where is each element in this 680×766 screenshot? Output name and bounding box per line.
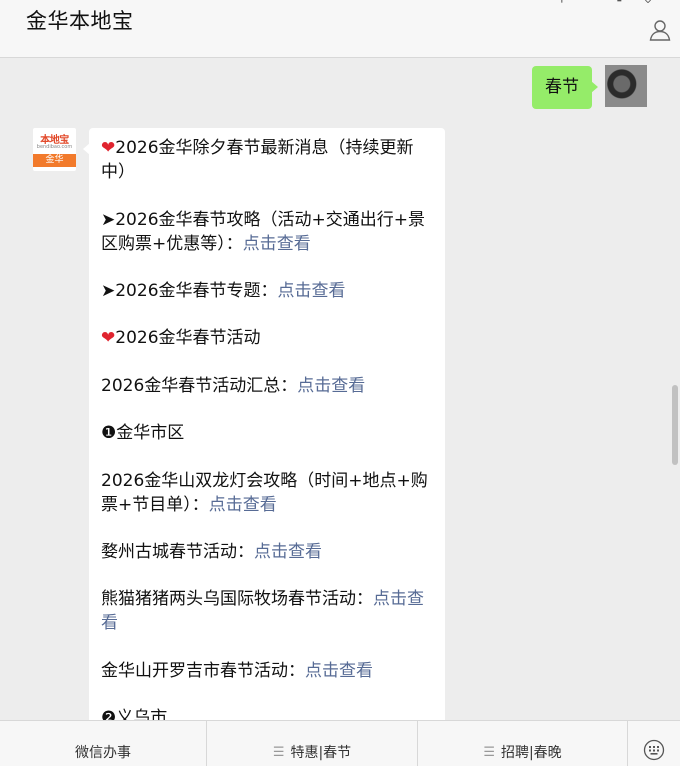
message-text: 2026金华春节活动 — [115, 328, 261, 348]
message-paragraph: 2026金华山双龙灯会攻略（时间+地点+购票+节目单）：点击查看 — [101, 469, 437, 517]
menu-label: 特惠|春节 — [290, 745, 352, 761]
message-paragraph: ❶金华市区 — [101, 421, 437, 445]
bot-avatar[interactable]: 本地宝 bendibao.com 金华 — [33, 128, 76, 171]
list-icon: ☰ — [483, 744, 495, 760]
menu-label: 招聘|春晚 — [500, 745, 562, 761]
view-link[interactable]: 点击查看 — [278, 281, 346, 301]
window-controls-fragment — [561, 0, 651, 3]
bottom-menu-bar: 微信办事 ☰ 特惠|春节 ☰ 招聘|春晚 — [0, 720, 680, 766]
message-paragraph: ❤2026金华除夕春节最新消息（持续更新中） — [101, 136, 437, 184]
user-avatar[interactable] — [605, 65, 647, 107]
message-paragraph: 金华山开罗吉市春节活动：点击查看 — [101, 659, 437, 683]
list-icon: ☰ — [272, 744, 285, 760]
view-link[interactable]: 点击查看 — [243, 234, 311, 254]
message-text: 婺州古城春节活动： — [101, 542, 254, 562]
menu-label: 微信办事 — [75, 745, 131, 761]
person-icon — [649, 20, 671, 41]
message-paragraph: ❤2026金华春节活动 — [101, 326, 437, 350]
user-message-bubble[interactable]: 春节 — [532, 66, 598, 109]
message-paragraph: 婺州古城春节活动：点击查看 — [101, 540, 437, 564]
chat-title: 金华本地宝 — [26, 9, 134, 33]
message-paragraph: ➤2026金华春节攻略（活动+交通出行+景区购票+优惠等）：点击查看 — [101, 208, 437, 256]
message-paragraph: ➤2026金华春节专题：点击查看 — [101, 279, 437, 303]
bot-avatar-domain: bendibao.com — [36, 144, 73, 150]
message-text: 2026金华春节活动汇总： — [101, 376, 298, 396]
menu-jobs-gala[interactable]: ☰ 招聘|春晚 — [418, 721, 628, 766]
view-link[interactable]: 点击查看 — [209, 495, 277, 515]
message-text: ❷义乌市 — [101, 708, 168, 720]
chat-scrollbar[interactable] — [672, 385, 678, 465]
menu-deals-spring-festival[interactable]: ☰ 特惠|春节 — [207, 721, 418, 766]
profile-button[interactable] — [640, 10, 680, 50]
message-text: ➤2026金华春节专题： — [101, 281, 278, 301]
chat-header: 金华本地宝 — [0, 0, 680, 58]
chat-area[interactable]: 春节 本地宝 bendibao.com 金华 ❤2026金华除夕春节最新消息（持… — [0, 58, 680, 720]
heart-icon: ❤ — [101, 328, 116, 348]
message-paragraph: ❷义乌市 — [101, 706, 437, 720]
view-link[interactable]: 点击查看 — [297, 376, 365, 396]
message-paragraph: 熊猫猪猪两头乌国际牧场春节活动：点击查看 — [101, 587, 437, 635]
menu-wechat-services[interactable]: 微信办事 — [0, 721, 207, 766]
view-link[interactable]: 点击查看 — [254, 542, 322, 562]
message-text: 熊猫猪猪两头乌国际牧场春节活动： — [101, 589, 373, 609]
bot-avatar-city: 金华 — [33, 154, 76, 167]
message-text: 金华山开罗吉市春节活动： — [101, 661, 305, 681]
message-paragraph: 2026金华春节活动汇总：点击查看 — [101, 374, 437, 398]
view-link[interactable]: 点击查看 — [305, 661, 373, 681]
keyboard-icon — [643, 739, 665, 761]
bot-message-bubble: ❤2026金华除夕春节最新消息（持续更新中） ➤2026金华春节攻略（活动+交通… — [83, 128, 445, 720]
heart-icon: ❤ — [101, 138, 116, 158]
keyboard-toggle-button[interactable] — [628, 721, 680, 766]
message-text: 2026金华除夕春节最新消息（持续更新中） — [101, 138, 414, 182]
message-text: ❶金华市区 — [101, 423, 185, 443]
